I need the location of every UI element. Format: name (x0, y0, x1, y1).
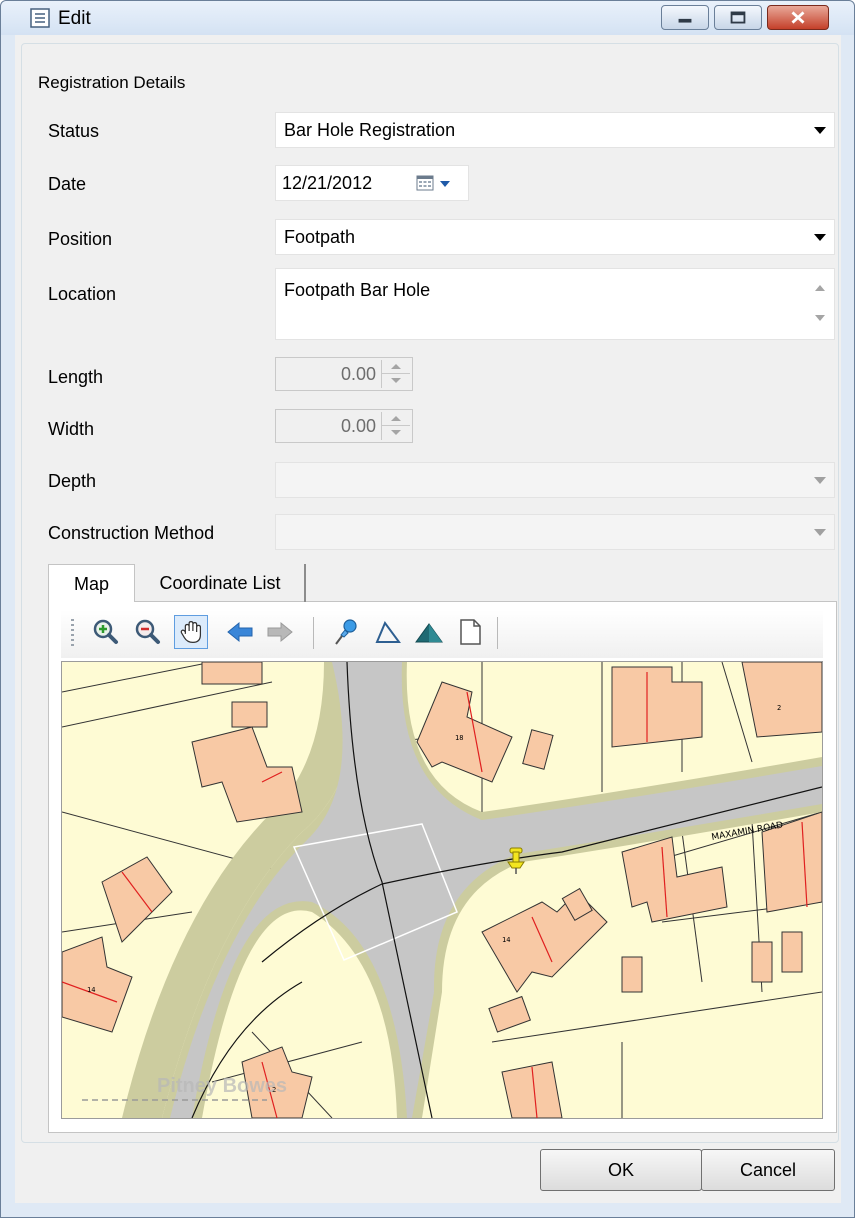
location-textarea[interactable]: Footpath Bar Hole (275, 268, 835, 340)
position-label: Position (48, 229, 113, 249)
pushpin-icon (335, 619, 357, 645)
window-title: Edit (58, 8, 91, 29)
position-dropdown[interactable]: Footpath (275, 219, 835, 255)
close-button[interactable] (767, 5, 829, 30)
tab-coordinate-list[interactable]: Coordinate List (136, 564, 306, 602)
depth-dropdown[interactable] (275, 462, 835, 498)
document-icon (30, 8, 50, 28)
chevron-down-icon (814, 477, 826, 484)
polygon-button[interactable] (412, 615, 446, 649)
location-scrollbar[interactable] (804, 269, 834, 339)
group-label: Registration Details (36, 73, 188, 93)
edit-dialog: Edit Registration Details Status Bar Hol… (0, 0, 855, 1218)
width-label: Width (48, 419, 95, 439)
toolbar-grip[interactable] (71, 619, 74, 647)
new-page-icon (460, 619, 481, 645)
ok-button[interactable]: OK (540, 1149, 702, 1191)
chevron-down-icon[interactable] (440, 181, 450, 187)
width-value: 0.00 (340, 416, 376, 436)
length-spin-buttons[interactable] (381, 360, 410, 388)
maximize-button[interactable] (714, 5, 762, 30)
chevron-down-icon (814, 234, 826, 241)
pan-button[interactable] (174, 615, 208, 649)
back-arrow-icon (227, 621, 253, 643)
maximize-icon (730, 11, 746, 24)
house-number: 14 (87, 986, 95, 994)
back-button[interactable] (223, 615, 257, 649)
minimize-icon (678, 18, 692, 23)
status-label: Status (48, 121, 100, 141)
spin-up-icon[interactable] (382, 412, 410, 426)
cancel-button[interactable]: Cancel (701, 1149, 835, 1191)
date-value: 12/21/2012 (282, 173, 373, 193)
house-number: 14 (502, 936, 510, 944)
zoom-out-icon (135, 619, 160, 644)
house-number: 2 (777, 704, 781, 712)
date-picker[interactable]: 12/21/2012 (275, 165, 469, 201)
toolbar-separator (313, 617, 314, 649)
construction-method-dropdown[interactable] (275, 514, 835, 550)
calendar-icon[interactable] (416, 175, 434, 191)
width-spin-buttons[interactable] (381, 412, 410, 440)
map-view[interactable]: 18 2 14 14 2 MAXAMIN ROAD Pitney Bowes (61, 661, 823, 1119)
forward-button[interactable] (263, 615, 297, 649)
width-spinner[interactable]: 0.00 (275, 409, 413, 443)
forward-arrow-icon (267, 621, 293, 643)
toolbar-separator (497, 617, 498, 649)
map-watermark: Pitney Bowes (157, 1075, 287, 1097)
length-spinner[interactable]: 0.00 (275, 357, 413, 391)
pan-hand-icon (180, 621, 202, 643)
construction-method-label: Construction Method (48, 523, 215, 543)
title-bar[interactable]: Edit (1, 1, 854, 35)
location-label: Location (48, 284, 117, 304)
position-value: Footpath (284, 227, 356, 247)
close-icon (791, 11, 805, 24)
length-value: 0.00 (340, 364, 376, 384)
status-dropdown[interactable]: Bar Hole Registration (275, 112, 835, 148)
minimize-button[interactable] (661, 5, 709, 30)
polyline-icon (375, 620, 401, 643)
length-label: Length (48, 367, 104, 387)
location-value: Footpath Bar Hole (284, 280, 431, 300)
status-value: Bar Hole Registration (284, 120, 456, 140)
scroll-up-icon[interactable] (815, 285, 825, 291)
zoom-in-icon (93, 619, 118, 644)
polyline-button[interactable] (371, 615, 405, 649)
house-number: 18 (455, 734, 463, 742)
pushpin-button[interactable] (330, 615, 364, 649)
chevron-down-icon (814, 529, 826, 536)
new-page-button[interactable] (453, 615, 487, 649)
zoom-in-button[interactable] (89, 615, 123, 649)
scroll-down-icon[interactable] (815, 315, 825, 321)
depth-label: Depth (48, 471, 97, 491)
spin-up-icon[interactable] (382, 360, 410, 374)
polygon-icon (415, 623, 443, 643)
date-label: Date (48, 174, 87, 194)
zoom-out-button[interactable] (131, 615, 165, 649)
chevron-down-icon (814, 127, 826, 134)
tab-map[interactable]: Map (48, 564, 135, 602)
